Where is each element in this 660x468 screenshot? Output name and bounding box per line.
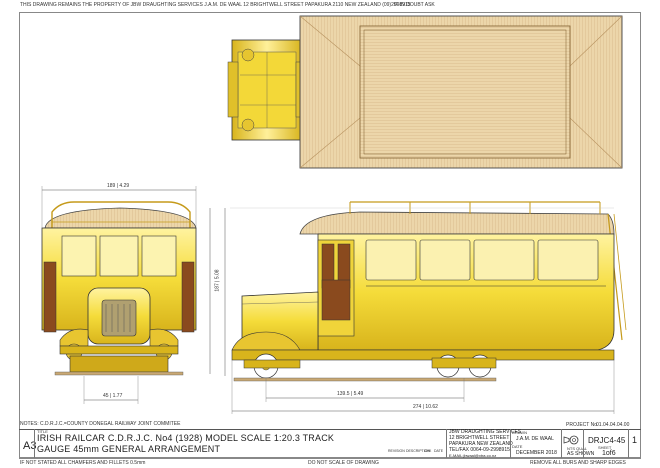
revision-number: 1 (632, 435, 638, 445)
notes-line: NOTES: C.D.R.J.C.=COUNTY DONEGAL RAILWAY… (20, 421, 181, 427)
date-col-label: DATE (434, 449, 444, 453)
footer-mid: DO NOT SCALE OF DRAWING (308, 460, 379, 466)
footer-left: IF NOT STATED ALL CHAMFERS AND FILLETS 0… (20, 460, 146, 466)
revision-col-label: REVISION (388, 449, 405, 453)
drawing-date: DECEMBER 2018 (516, 450, 557, 456)
side-roof (299, 211, 615, 235)
sheet-number: 1of6 (602, 450, 616, 457)
title-line-1: IRISH RAILCAR C.D.R.J.C. No4 (1928) MODE… (37, 433, 335, 443)
side-wheelbase-dim: 139.5 | 5.49 (336, 391, 365, 397)
company-line-5: E-MAIL:jbwaal@xtra.co.nz (449, 453, 497, 458)
title-line-2: GAUGE 45mm GENERAL ARRANGEMENT (37, 444, 221, 454)
side-track (233, 377, 497, 382)
project-no: 01.04.04.04.00 (596, 422, 630, 428)
plan-view (227, 15, 623, 169)
front-width-dim: 189 | 4.29 (106, 183, 131, 189)
radiator-grille (101, 299, 137, 337)
drawn-label: DRAWN (512, 430, 527, 435)
chk-col-label: CHK (424, 449, 432, 453)
front-height-dim: 187 | 5.08 (214, 268, 221, 293)
front-gauge-dim: 45 | 1.77 (102, 393, 124, 399)
drawing-number: DRJC4-45 (588, 436, 626, 445)
date-label: DATE (512, 444, 523, 449)
projection-symbol-icon (563, 435, 579, 445)
scale-value: AS SHOWN (567, 451, 595, 457)
project-label: PROJECT No. (566, 422, 599, 428)
side-view (231, 201, 627, 414)
footer-right: REMOVE ALL BURS AND SHARP EDGES (530, 460, 626, 466)
drawn-by: J.A.M. DE WAAL (516, 436, 554, 442)
front-view (41, 186, 211, 404)
side-length-dim: 274 | 10.62 (412, 404, 439, 410)
front-roof (44, 207, 197, 229)
general-arrangement-drawing (41, 15, 627, 414)
